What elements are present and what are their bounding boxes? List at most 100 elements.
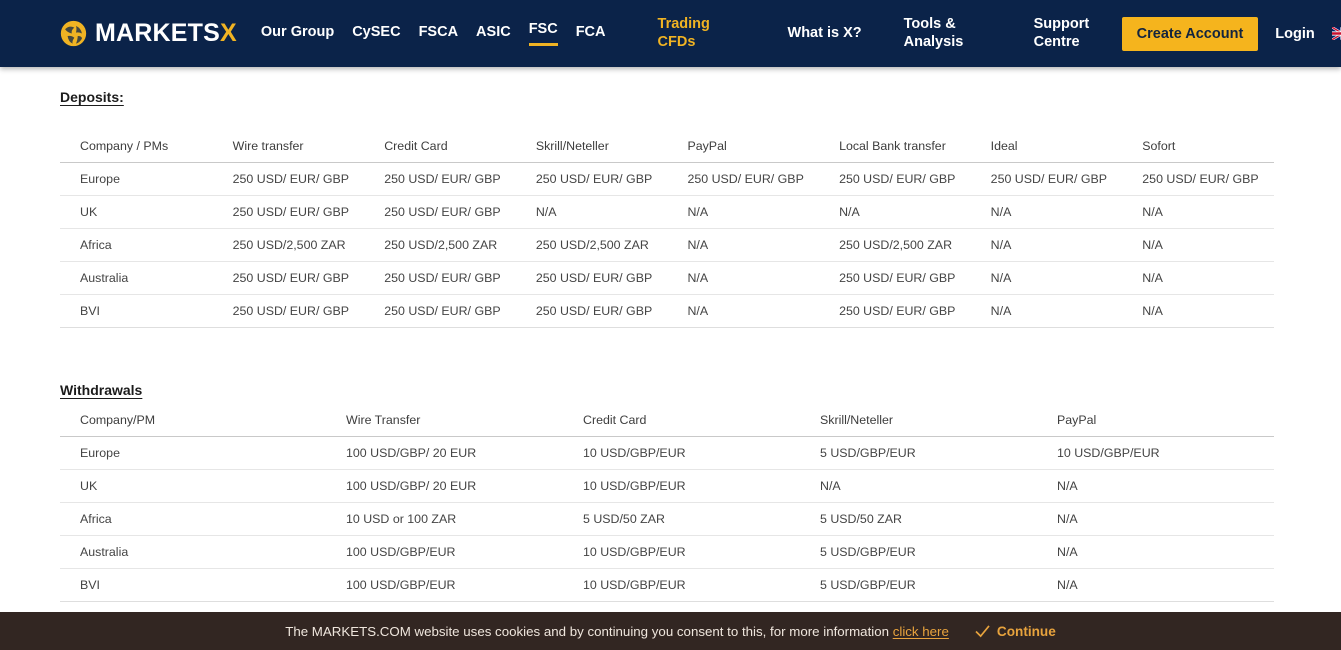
- withdrawals-col-skrill-neteller: Skrill/Neteller: [800, 404, 1037, 437]
- table-row: Africa 250 USD/2,500 ZAR 250 USD/2,500 Z…: [60, 228, 1274, 262]
- cell: Australia: [60, 535, 326, 569]
- table-row: UK 250 USD/ EUR/ GBP 250 USD/ EUR/ GBP N…: [60, 195, 1274, 229]
- cell: 250 USD/2,500 ZAR: [364, 228, 516, 262]
- cell: 250 USD/2,500 ZAR: [515, 228, 668, 262]
- cell: 250 USD/2,500 ZAR: [819, 228, 971, 262]
- withdrawals-col-credit-card: Credit Card: [563, 404, 800, 437]
- cell: N/A: [1037, 535, 1274, 569]
- menu-item-what-is-x[interactable]: What is X?: [788, 25, 862, 42]
- nav-link-fca[interactable]: FCA: [576, 24, 606, 43]
- nav-link-fsc[interactable]: FSC: [528, 21, 558, 46]
- cell: 250 USD/ EUR/ GBP: [364, 261, 516, 295]
- deposits-section-title: Deposits:: [60, 89, 124, 105]
- cookie-continue-button[interactable]: Continue: [975, 624, 1056, 639]
- deposits-col-skrill-neteller: Skrill/Neteller: [515, 130, 668, 163]
- globe-icon: [60, 20, 87, 47]
- cell: 5 USD/GBP/EUR: [800, 436, 1037, 470]
- cookie-consent-banner: The MARKETS.COM website uses cookies and…: [0, 612, 1341, 650]
- regulator-nav-links: Our Group CySEC FSCA ASIC FSC FCA: [261, 21, 606, 46]
- uk-flag-icon: [1331, 27, 1341, 40]
- cookie-continue-label: Continue: [996, 623, 1056, 639]
- cell: 250 USD/ EUR/ GBP: [819, 162, 971, 196]
- cell: 100 USD/GBP/EUR: [326, 568, 563, 602]
- cell: N/A: [1122, 228, 1274, 262]
- deposits-col-company: Company / PMs: [60, 130, 213, 163]
- language-selector[interactable]: English: [1331, 26, 1341, 42]
- navbar-actions: Create Account Login English: [1121, 16, 1341, 51]
- withdrawals-col-company: Company/PM: [60, 404, 326, 437]
- cell: N/A: [667, 195, 820, 229]
- cell: N/A: [1037, 568, 1274, 602]
- cell: UK: [60, 195, 213, 229]
- cell: Europe: [60, 162, 213, 196]
- table-row: Australia 250 USD/ EUR/ GBP 250 USD/ EUR…: [60, 261, 1274, 295]
- cell: UK: [60, 469, 326, 503]
- deposits-col-paypal: PayPal: [667, 130, 820, 163]
- cell: 10 USD/GBP/EUR: [563, 568, 800, 602]
- cell: N/A: [1122, 195, 1274, 229]
- deposits-col-credit-card: Credit Card: [364, 130, 516, 163]
- cell: 5 USD/50 ZAR: [800, 502, 1037, 536]
- cell: 5 USD/GBP/EUR: [800, 535, 1037, 569]
- cell: N/A: [515, 195, 668, 229]
- main-menu: Trading CFDs What is X? Tools & Analysis…: [658, 16, 1122, 51]
- withdrawals-col-wire-transfer: Wire Transfer: [326, 404, 563, 437]
- login-link[interactable]: Login: [1275, 26, 1314, 42]
- deposits-col-local-bank-transfer: Local Bank transfer: [819, 130, 971, 163]
- cell: N/A: [800, 469, 1037, 503]
- cell: 250 USD/ EUR/ GBP: [515, 261, 668, 295]
- menu-item-tools-analysis[interactable]: Tools & Analysis: [904, 16, 992, 51]
- cell: N/A: [970, 261, 1123, 295]
- menu-item-trading-cfds[interactable]: Trading CFDs: [658, 16, 746, 51]
- withdrawals-header-row: Company/PM Wire Transfer Credit Card Skr…: [60, 404, 1274, 437]
- cell: 10 USD/GBP/EUR: [563, 469, 800, 503]
- deposits-col-wire-transfer: Wire transfer: [212, 130, 365, 163]
- table-row: BVI 250 USD/ EUR/ GBP 250 USD/ EUR/ GBP …: [60, 294, 1274, 328]
- cell: 10 USD/GBP/EUR: [563, 436, 800, 470]
- cell: 250 USD/ EUR/ GBP: [970, 162, 1123, 196]
- deposits-col-sofort: Sofort: [1122, 130, 1274, 163]
- cell: 100 USD/GBP/ 20 EUR: [326, 469, 563, 503]
- cell: 250 USD/ EUR/ GBP: [212, 162, 365, 196]
- cell: 250 USD/ EUR/ GBP: [364, 294, 516, 328]
- cell: 250 USD/2,500 ZAR: [212, 228, 365, 262]
- cell: 5 USD/50 ZAR: [563, 502, 800, 536]
- cell: 250 USD/ EUR/ GBP: [515, 294, 668, 328]
- brand-markets-text: MARKETS: [95, 19, 221, 47]
- cell: Africa: [60, 502, 326, 536]
- nav-link-asic[interactable]: ASIC: [476, 24, 511, 43]
- withdrawals-col-paypal: PayPal: [1037, 404, 1274, 437]
- table-row: Europe 100 USD/GBP/ 20 EUR 10 USD/GBP/EU…: [60, 436, 1274, 470]
- nav-link-fsca[interactable]: FSCA: [419, 24, 458, 43]
- cell: 250 USD/ EUR/ GBP: [212, 294, 365, 328]
- brand-wordmark: MARKETSX: [95, 21, 237, 46]
- menu-item-support-centre[interactable]: Support Centre: [1034, 16, 1122, 51]
- cell: N/A: [667, 294, 820, 328]
- table-row: Africa 10 USD or 100 ZAR 5 USD/50 ZAR 5 …: [60, 502, 1274, 536]
- cell: N/A: [970, 294, 1123, 328]
- table-row: BVI 100 USD/GBP/EUR 10 USD/GBP/EUR 5 USD…: [60, 568, 1274, 602]
- cell: N/A: [667, 261, 820, 295]
- brand-logo[interactable]: MARKETSX: [60, 20, 237, 47]
- cell: BVI: [60, 568, 326, 602]
- deposits-header-row: Company / PMs Wire transfer Credit Card …: [60, 130, 1274, 163]
- page-content: Deposits: Company / PMs Wire transfer Cr…: [0, 89, 1341, 650]
- cell: 10 USD or 100 ZAR: [326, 502, 563, 536]
- cell: 250 USD/ EUR/ GBP: [819, 261, 971, 295]
- cell: 250 USD/ EUR/ GBP: [515, 162, 668, 196]
- cookie-click-here-link[interactable]: click here: [893, 624, 949, 639]
- brand-x-text: X: [220, 19, 237, 47]
- cell: N/A: [667, 228, 820, 262]
- top-navigation-bar: MARKETSX Our Group CySEC FSCA ASIC FSC F…: [0, 0, 1341, 67]
- cell: 250 USD/ EUR/ GBP: [212, 195, 365, 229]
- nav-link-cysec[interactable]: CySEC: [352, 24, 400, 43]
- cell: 250 USD/ EUR/ GBP: [667, 162, 820, 196]
- nav-link-our-group[interactable]: Our Group: [261, 24, 334, 43]
- cell: 250 USD/ EUR/ GBP: [212, 261, 365, 295]
- cell: N/A: [1122, 261, 1274, 295]
- table-row: Australia 100 USD/GBP/EUR 10 USD/GBP/EUR…: [60, 535, 1274, 569]
- create-account-button[interactable]: Create Account: [1121, 16, 1259, 51]
- cell: N/A: [1037, 502, 1274, 536]
- withdrawals-table: Company/PM Wire Transfer Credit Card Skr…: [60, 404, 1274, 602]
- deposits-table: Company / PMs Wire transfer Credit Card …: [60, 130, 1274, 328]
